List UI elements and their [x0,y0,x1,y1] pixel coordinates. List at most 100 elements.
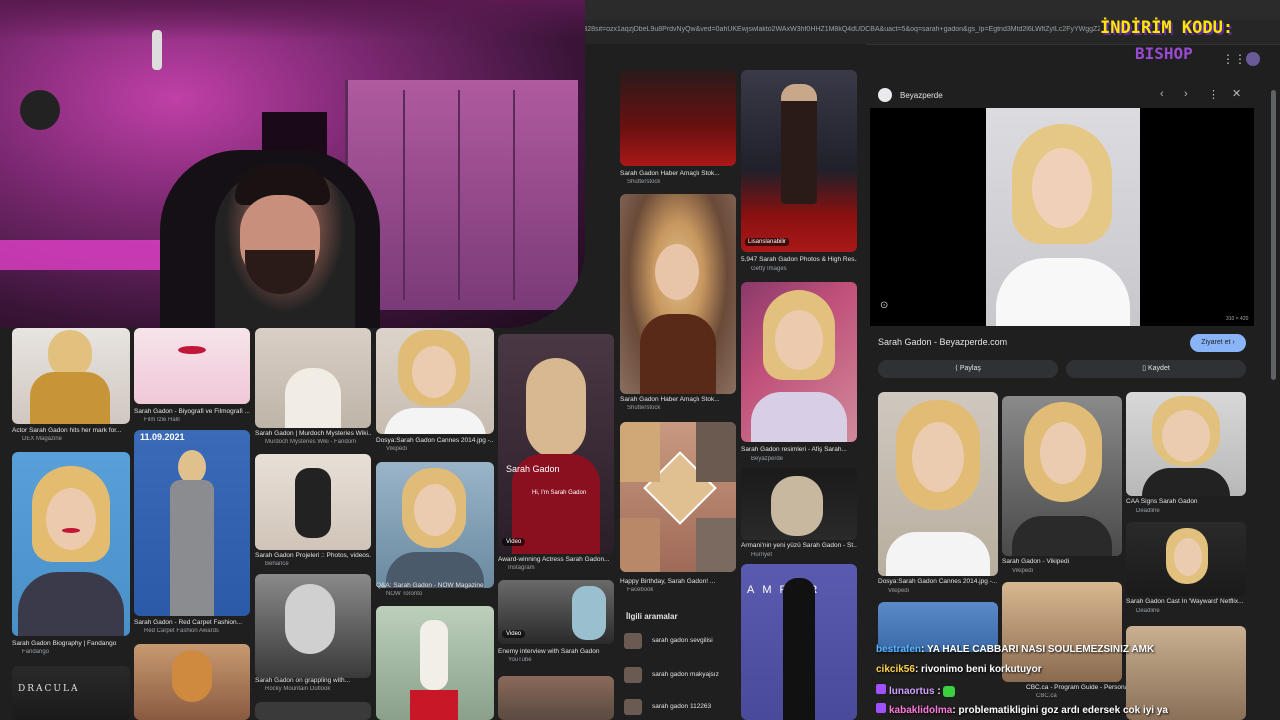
result-caption[interactable]: Enemy interview with Sarah Gadon [498,648,614,655]
scrollbar[interactable] [1271,90,1276,380]
result-caption[interactable]: Award-winning Actress Sarah Gadon... [498,556,614,563]
face [1174,538,1202,576]
preview-image-frame[interactable]: ⊙ 310 × 420 [870,108,1254,326]
related-thumb [624,667,642,683]
chat-text: : YA HALE CABBARI NASI SOULEMEZSINIZ AMK [921,644,1155,655]
share-button[interactable]: ⟨ Paylaş [878,360,1058,378]
result-source: Film Izle Halil [144,417,180,423]
licensable-badge: Lisanslanabilir [745,238,790,246]
related-search-item[interactable]: sarah gadon 112263 [620,696,738,718]
result-caption[interactable]: Sarah Gadon Projeleri :: Photos, videos.… [255,552,371,559]
chat-text: : [937,686,941,697]
result-source: Red Carpet Fashion Awards [144,628,219,634]
avatar[interactable] [1246,52,1260,66]
emote-icon [943,685,956,697]
related-caption[interactable]: Sarah Gadon Cast In 'Wayward' Netflix... [1126,598,1246,605]
result-image[interactable] [12,328,130,424]
result-image[interactable] [255,574,371,678]
result-image[interactable]: Video [498,580,614,644]
result-image[interactable] [620,70,736,166]
result-caption[interactable]: Dosya:Sarah Gadon Cannes 2014.jpg -... [376,437,494,444]
result-image[interactable] [741,282,857,442]
result-caption[interactable]: Sarah Gadon Biography | Fandango [12,640,130,647]
promo-code-value: BISHOP [1135,44,1193,63]
result-image[interactable] [376,328,494,434]
result-caption[interactable]: Armani'nin yeni yüzü Sarah Gadon - St... [741,542,857,549]
result-image[interactable] [134,328,250,404]
result-caption[interactable]: Q&A: Sarah Gadon - NOW Magazine [376,582,494,589]
result-image[interactable] [741,468,857,540]
face [414,484,456,536]
preview-title[interactable]: Sarah Gadon - Beyazperde.com [878,337,1007,347]
collar [384,408,486,434]
result-caption[interactable]: Sarah Gadon on grappling with... [255,677,371,684]
result-image[interactable]: Sarah Gadon Hi, I'm Sarah Gadon Video [498,334,614,554]
result-caption[interactable]: Actor Sarah Gadon hits her mark for... [12,427,130,434]
next-icon[interactable]: › [1184,88,1188,100]
result-image[interactable] [255,454,371,550]
face [412,346,456,398]
visit-button[interactable]: Ziyaret et › [1190,334,1246,352]
related-source: Vikipedi [888,588,909,594]
result-caption[interactable]: Sarah Gadon Haber Amaçlı Stok... [620,170,736,177]
collage-tile [696,518,736,572]
related-caption[interactable]: Dosya:Sarah Gadon Cannes 2014.jpg -... [878,578,998,585]
result-caption[interactable]: Sarah Gadon - Biyografi ve Filmografi ..… [134,408,250,415]
result-image[interactable]: 11.09.2021 [134,430,250,616]
dress [640,314,716,394]
more-options-icon[interactable]: ⋮ [1208,88,1219,101]
result-caption[interactable]: 5,947 Sarah Gadon Photos & High Res... [741,256,857,263]
related-source: Deadline [1136,508,1160,514]
result-image[interactable] [12,452,130,636]
save-button[interactable]: ▯ Kaydet [1066,360,1246,378]
close-icon[interactable]: ✕ [1232,87,1241,100]
result-caption[interactable]: Sarah Gadon | Murdoch Mysteries Wiki... [255,430,371,437]
result-image[interactable] [376,606,494,720]
face [285,584,335,654]
lips [178,346,206,354]
result-image[interactable]: AMPAR [741,564,857,720]
result-image[interactable]: DRACULA [12,666,130,720]
chat-username: kabaklidolma [889,705,953,716]
result-source: Instagram [508,565,535,571]
related-image[interactable] [1126,392,1246,496]
jacket [18,572,124,636]
result-source: NOW Toronto [386,591,423,597]
prev-icon[interactable]: ‹ [1160,88,1164,100]
result-caption[interactable]: Happy Birthday, Sarah Gadon! ... [620,578,736,585]
related-image[interactable] [1126,522,1246,596]
result-image[interactable] [255,702,371,720]
apps-grid-icon[interactable]: ⋮⋮ [1222,52,1246,66]
result-caption[interactable]: Sarah Gadon - Red Carpet Fashion... [134,619,250,626]
result-image[interactable] [620,194,736,394]
related-search-item[interactable]: sarah gadon sevgilisi [620,630,738,652]
url-text[interactable]: 681312328sit=ozx1aqzjDbeL9u8PrdvNyQw&ved… [560,26,1100,33]
result-image[interactable] [498,676,614,720]
hair [172,650,212,702]
result-caption[interactable]: Sarah Gadon resimleri - Afiş Sarah... [741,446,857,453]
chat-message: cikcik56: rivonimo beni korkutuyor [876,664,1256,680]
face [655,244,699,300]
related-caption[interactable]: Sarah Gadon - Vikipedi [1002,558,1122,565]
chat-text: : rivonimo beni korkutuyor [914,664,1042,675]
result-source: Hürriyet [751,552,773,558]
related-source: Deadline [1136,608,1160,614]
result-image[interactable] [620,422,736,572]
face [1040,422,1086,484]
source-name[interactable]: Beyazperde [900,91,943,100]
result-image[interactable]: Lisanslanabilir [741,70,857,252]
chat-username: lunaortus [889,686,935,697]
related-image[interactable] [878,392,998,576]
result-caption[interactable]: Sarah Gadon Haber Amaçlı Stok... [620,396,736,403]
result-source: Murdoch Mysteries Wiki - Fandom [265,439,357,445]
result-image[interactable] [376,462,494,588]
face [1162,410,1210,462]
result-source: Fandango [22,649,50,655]
face [775,310,823,370]
lens-icon[interactable]: ⊙ [880,300,888,311]
related-image[interactable] [1002,396,1122,556]
result-image[interactable] [255,328,371,428]
result-image[interactable] [134,644,250,720]
related-caption[interactable]: CAA Signs Sarah Gadon [1126,498,1246,505]
related-search-item[interactable]: sarah gadon makyajsız [620,664,738,686]
